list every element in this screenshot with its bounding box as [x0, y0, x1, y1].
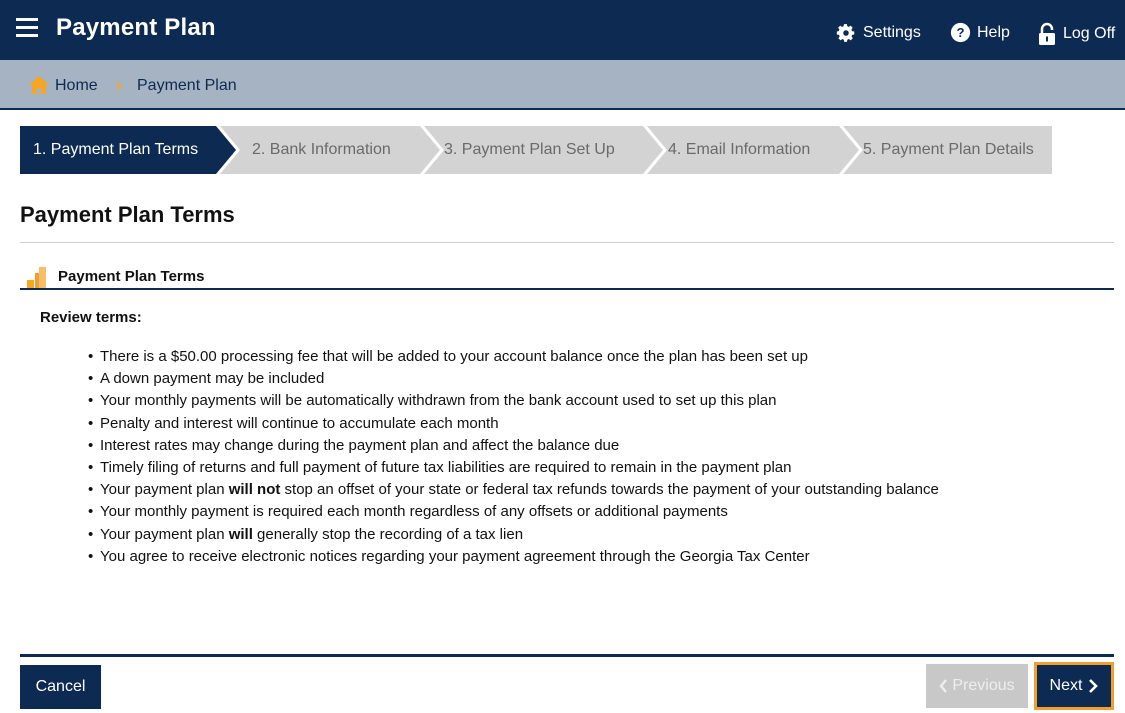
previous-label: Previous — [952, 677, 1015, 694]
logoff-label: Log Off — [1063, 25, 1116, 42]
term-emphasis: will not — [228, 481, 281, 499]
chevron-right-icon — [1089, 679, 1099, 693]
term-text: generally stop the recording of a tax li… — [252, 525, 524, 543]
logoff-link[interactable]: Log Off — [1037, 22, 1115, 46]
term-text: Your payment plan — [100, 525, 229, 543]
term-item: There is a $50.00 processing fee that wi… — [88, 346, 1108, 368]
term-item: Timely filing of returns and full paymen… — [88, 457, 1108, 479]
coins-icon — [27, 267, 46, 288]
terms-list: There is a $50.00 processing fee that wi… — [88, 346, 1108, 568]
term-text: stop an offset of your state or federal … — [280, 481, 939, 499]
review-terms-label: Review terms: — [40, 309, 142, 326]
step-3-label: 3. Payment Plan Set Up — [444, 141, 615, 158]
app-title: Payment Plan — [56, 14, 216, 41]
cancel-button[interactable]: Cancel — [20, 665, 101, 709]
page-title: Payment Plan Terms — [20, 202, 235, 227]
chevron-right-icon — [116, 81, 122, 91]
term-text: Your payment plan — [100, 481, 229, 499]
top-header: Payment Plan Settings ? Help Log Off — [0, 0, 1125, 60]
breadcrumb-current: Payment Plan — [137, 77, 237, 94]
breadcrumb: Home Payment Plan — [0, 60, 1125, 110]
next-label: Next — [1049, 677, 1083, 694]
term-item: A down payment may be included — [88, 368, 1108, 390]
gear-icon — [836, 24, 855, 42]
term-item: Your monthly payment is required each mo… — [88, 501, 1108, 523]
home-icon — [29, 76, 49, 94]
term-item: Your payment plan will not stop an offse… — [88, 479, 1108, 501]
term-item: Interest rates may change during the pay… — [88, 435, 1108, 457]
step-1-label[interactable]: 1. Payment Plan Terms — [33, 141, 198, 159]
svg-text:?: ? — [956, 25, 964, 40]
settings-link[interactable]: Settings — [835, 22, 921, 44]
menu-icon[interactable] — [16, 18, 38, 40]
breadcrumb-home[interactable]: Home — [55, 77, 98, 95]
term-item: Your monthly payments will be automatica… — [88, 390, 1108, 412]
step-4-label: 4. Email Information — [668, 141, 811, 158]
section-title: Payment Plan Terms — [58, 268, 205, 285]
term-item: Your payment plan will generally stop th… — [88, 524, 1108, 546]
footer-divider — [20, 654, 1114, 657]
step-2-label: 2. Bank Information — [252, 141, 391, 158]
section-divider — [20, 288, 1114, 290]
settings-label: Settings — [863, 24, 921, 41]
cancel-label: Cancel — [35, 678, 86, 695]
chevron-left-icon — [939, 679, 948, 693]
help-link[interactable]: ? Help — [950, 22, 1010, 43]
help-label: Help — [977, 23, 1010, 41]
term-emphasis: will — [228, 525, 253, 543]
title-divider — [20, 242, 1114, 243]
term-item: Penalty and interest will continue to ac… — [88, 413, 1108, 435]
help-icon: ? — [950, 22, 971, 43]
next-button[interactable]: Next — [1034, 662, 1114, 710]
term-item: You agree to receive electronic notices … — [88, 546, 1108, 568]
lock-icon — [1039, 22, 1055, 45]
previous-button: Previous — [926, 664, 1028, 708]
step-5-label: 5. Payment Plan Details — [863, 141, 1034, 158]
